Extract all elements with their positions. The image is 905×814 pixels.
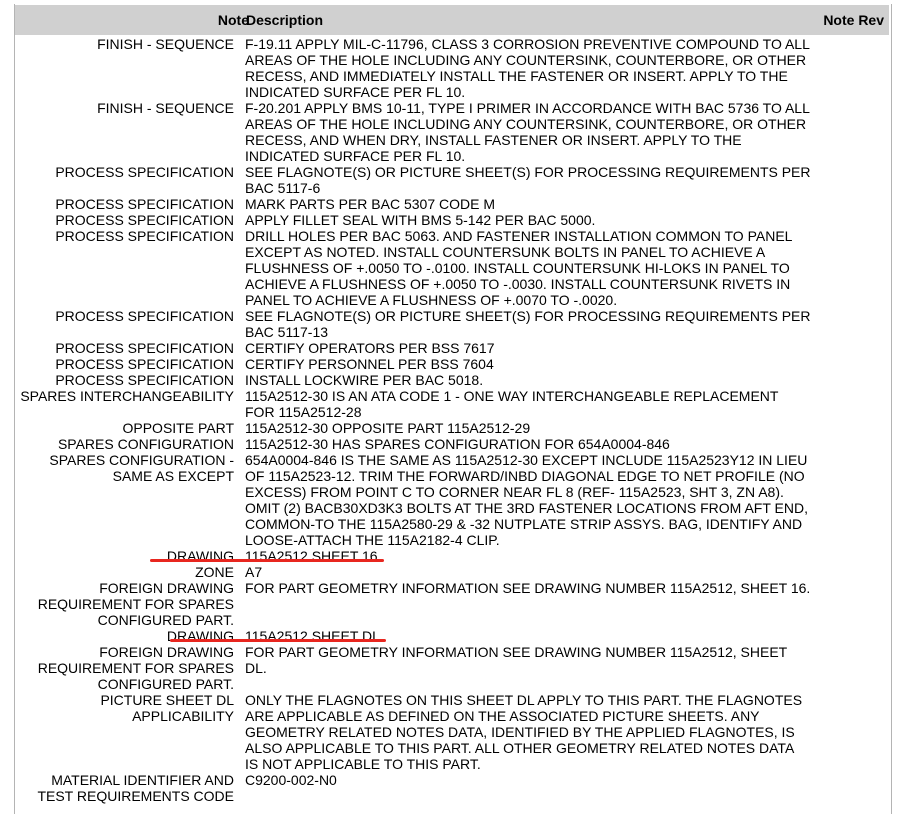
description-cell: APPLY FILLET SEAL WITH BMS 5-142 PER BAC… <box>245 212 596 228</box>
description-cell: 115A2512-30 IS AN ATA CODE 1 - ONE WAY I… <box>245 388 779 420</box>
description-cell: DRILL HOLES PER BAC 5063. AND FASTENER I… <box>245 228 793 308</box>
note-rev-cell <box>811 372 889 388</box>
note-cell: PROCESS SPECIFICATION <box>55 228 234 244</box>
note-cell: FINISH - SEQUENCE <box>97 36 234 52</box>
description-cell: A7 <box>245 564 263 580</box>
description-cell: 654A0004-846 IS THE SAME AS 115A2512-30 … <box>245 452 808 548</box>
table-row: FINISH - SEQUENCE F-19.11 APPLY MIL-C-117… <box>15 36 889 100</box>
description-cell: FOR PART GEOMETRY INFORMATION SEE DRAWIN… <box>245 644 788 676</box>
note-cell: PICTURE SHEET DL APPLICABILITY <box>100 692 234 724</box>
note-cell: PROCESS SPECIFICATION <box>55 308 234 324</box>
note-rev-cell <box>811 580 889 628</box>
table-row: SPARES CONFIGURATION 115A2512-30 HAS SPAR… <box>15 436 889 452</box>
note-cell: SPARES CONFIGURATION <box>57 436 234 452</box>
note-cell: ZONE <box>195 564 234 580</box>
description-cell: 115A2512-30 OPPOSITE PART 115A2512-29 <box>245 420 531 436</box>
note-rev-cell <box>811 388 889 420</box>
note-rev-cell <box>811 196 889 212</box>
red-underline-annotation <box>150 559 384 562</box>
note-rev-cell <box>811 212 889 228</box>
table-row: PROCESS SPECIFICATION CERTIFY OPERATORS P… <box>15 340 889 356</box>
table-row: DRAWING 115A2512 SHEET DL <box>15 628 889 644</box>
description-cell: MARK PARTS PER BAC 5307 CODE M <box>245 196 495 212</box>
description-cell: ONLY THE FLAGNOTES ON THIS SHEET DL APPL… <box>245 692 803 772</box>
note-rev-cell <box>811 164 889 196</box>
description-cell: 115A2512-30 HAS SPARES CONFIGURATION FOR… <box>245 436 670 452</box>
description-cell: SEE FLAGNOTE(S) OR PICTURE SHEET(S) FOR … <box>245 308 811 340</box>
table-row: FOREIGN DRAWING REQUIREMENT FOR SPARES C… <box>15 580 889 628</box>
table-row: PROCESS SPECIFICATION SEE FLAGNOTE(S) OR … <box>15 164 889 196</box>
table-row: DRAWING 115A2512 SHEET 16 <box>15 548 889 564</box>
table-row: ZONE A7 <box>15 564 889 580</box>
table-row: FOREIGN DRAWING REQUIREMENT FOR SPARES C… <box>15 644 889 692</box>
description-cell: CERTIFY PERSONNEL PER BSS 7604 <box>245 356 494 372</box>
note-cell: SPARES INTERCHANGEABILITY <box>20 388 234 404</box>
note-cell: OPPOSITE PART <box>122 420 234 436</box>
note-cell: PROCESS SPECIFICATION <box>55 212 234 228</box>
column-header-note[interactable]: Note <box>218 12 249 28</box>
table-row: SPARES CONFIGURATION - SAME AS EXCEPT 654… <box>15 452 889 548</box>
table-row: MATERIAL IDENTIFIER AND TEST REQUIREMENT… <box>15 772 889 804</box>
table-row: OPPOSITE PART 115A2512-30 OPPOSITE PART 1… <box>15 420 889 436</box>
note-cell: PROCESS SPECIFICATION <box>55 196 234 212</box>
note-rev-cell <box>811 340 889 356</box>
description-cell: FOR PART GEOMETRY INFORMATION SEE DRAWIN… <box>245 580 811 596</box>
note-rev-cell <box>811 628 889 644</box>
note-rev-cell <box>811 36 889 100</box>
column-header-description[interactable]: Description <box>246 12 323 28</box>
note-rev-cell <box>811 420 889 436</box>
note-rev-cell <box>811 564 889 580</box>
red-underline-annotation <box>170 639 386 642</box>
table-row: PROCESS SPECIFICATION DRILL HOLES PER BAC… <box>15 228 889 308</box>
notes-table-body: FINISH - SEQUENCE F-19.11 APPLY MIL-C-117… <box>15 36 889 804</box>
table-row: PROCESS SPECIFICATION CERTIFY PERSONNEL P… <box>15 356 889 372</box>
note-rev-cell <box>811 308 889 340</box>
note-cell: SPARES CONFIGURATION - SAME AS EXCEPT <box>49 452 234 484</box>
note-rev-cell <box>811 772 889 804</box>
table-row: FINISH - SEQUENCE F-20.201 APPLY BMS 10-1… <box>15 100 889 164</box>
table-row: PROCESS SPECIFICATION INSTALL LOCKWIRE PE… <box>15 372 889 388</box>
table-row: PICTURE SHEET DL APPLICABILITY ONLY THE F… <box>15 692 889 772</box>
column-header-note-rev[interactable]: Note Rev <box>823 12 884 28</box>
table-row: PROCESS SPECIFICATION MARK PARTS PER BAC … <box>15 196 889 212</box>
note-rev-cell <box>811 356 889 372</box>
description-cell: C9200-002-N0 <box>245 772 337 788</box>
note-cell: PROCESS SPECIFICATION <box>55 356 234 372</box>
description-cell: SEE FLAGNOTE(S) OR PICTURE SHEET(S) FOR … <box>245 164 811 196</box>
note-rev-cell <box>811 452 889 548</box>
note-cell: PROCESS SPECIFICATION <box>55 340 234 356</box>
table-row: SPARES INTERCHANGEABILITY 115A2512-30 IS … <box>15 388 889 420</box>
note-cell: FINISH - SEQUENCE <box>97 100 234 116</box>
description-cell: INSTALL LOCKWIRE PER BAC 5018. <box>245 372 484 388</box>
note-rev-cell <box>811 644 889 692</box>
note-rev-cell <box>811 436 889 452</box>
note-cell: FOREIGN DRAWING REQUIREMENT FOR SPARES C… <box>37 644 234 692</box>
note-rev-cell <box>811 228 889 308</box>
note-rev-cell <box>811 100 889 164</box>
note-cell: PROCESS SPECIFICATION <box>55 164 234 180</box>
note-cell: PROCESS SPECIFICATION <box>55 372 234 388</box>
table-row: PROCESS SPECIFICATION SEE FLAGNOTE(S) OR … <box>15 308 889 340</box>
description-cell: CERTIFY OPERATORS PER BSS 7617 <box>245 340 495 356</box>
table-header: Note Description Note Rev <box>15 5 889 35</box>
note-rev-cell <box>811 692 889 772</box>
note-cell: MATERIAL IDENTIFIER AND TEST REQUIREMENT… <box>37 772 234 804</box>
note-rev-cell <box>811 548 889 564</box>
description-cell: F-19.11 APPLY MIL-C-11796, CLASS 3 CORRO… <box>245 36 810 100</box>
description-cell: F-20.201 APPLY BMS 10-11, TYPE I PRIMER … <box>245 100 810 164</box>
table-row: PROCESS SPECIFICATION APPLY FILLET SEAL W… <box>15 212 889 228</box>
note-cell: FOREIGN DRAWING REQUIREMENT FOR SPARES C… <box>37 580 234 628</box>
